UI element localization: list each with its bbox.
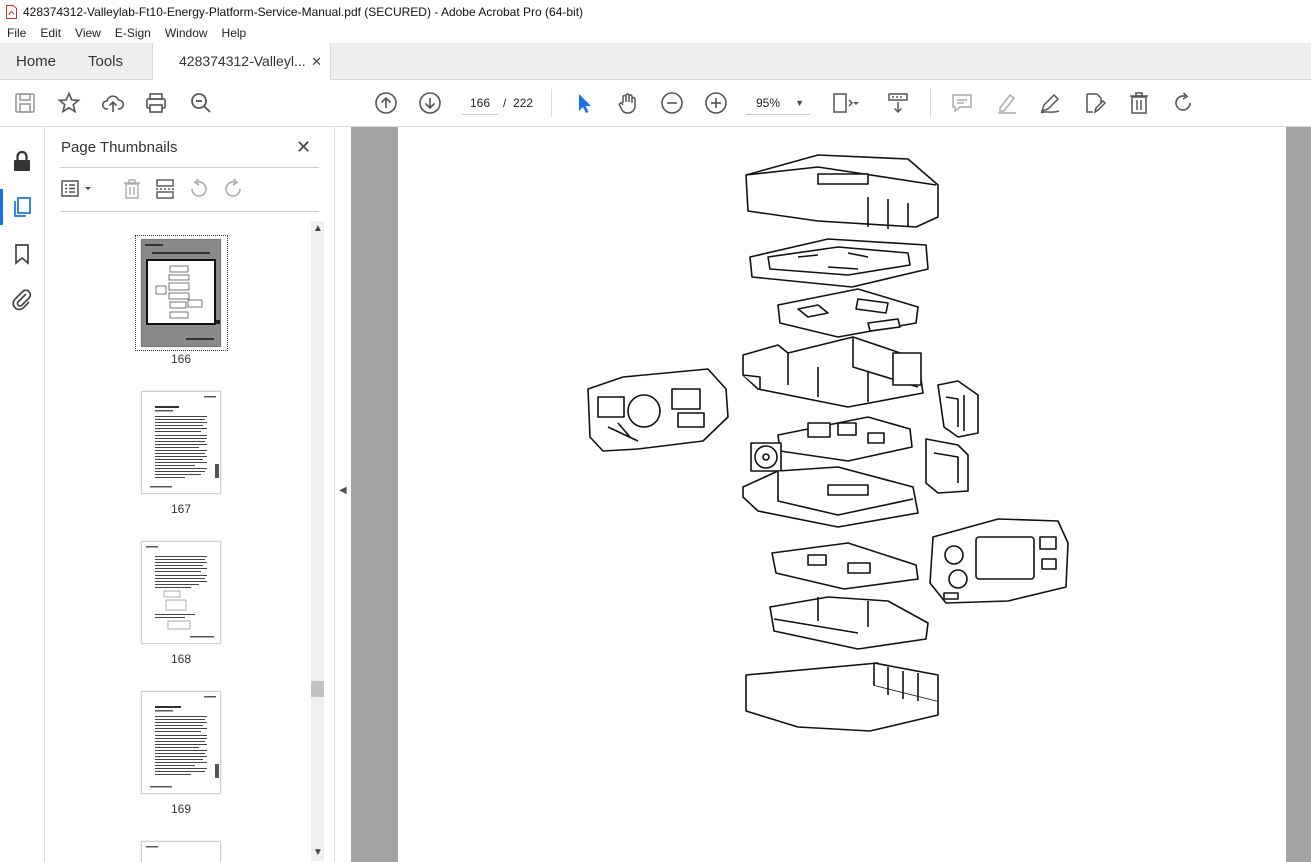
window-title: 428374312-Valleylab-Ft10-Energy-Platform… [23, 4, 584, 19]
scrollbar-thumb[interactable] [311, 681, 324, 697]
menu-file[interactable]: File [0, 26, 33, 40]
delete-page-icon[interactable] [121, 178, 143, 200]
collapse-arrow-icon: ◀ [339, 485, 347, 496]
page-separator: / [503, 96, 507, 110]
menu-edit[interactable]: Edit [33, 26, 68, 40]
control-board-part [771, 542, 919, 590]
thumbnail-page-next[interactable] [141, 841, 221, 862]
menu-e-sign[interactable]: E-Sign [108, 26, 158, 40]
bottom-tray-part [769, 596, 929, 650]
rotate-clockwise-icon[interactable] [222, 178, 244, 200]
chevron-down-icon: ▼ [795, 98, 804, 108]
rear-panel-part [587, 368, 729, 452]
close-icon[interactable]: ✕ [296, 137, 311, 158]
lower-chassis-part [742, 466, 919, 528]
menu-help[interactable]: Help [215, 26, 254, 40]
tab-document-label: 428374312-Valleyl... [179, 53, 306, 69]
scroll-down-icon[interactable]: ▼ [313, 847, 323, 858]
hand-pan-icon[interactable] [616, 91, 640, 115]
thumbnail-label: 167 [170, 502, 192, 516]
front-display-part [929, 518, 1069, 604]
thumbnail-page-167[interactable] [141, 391, 221, 494]
pages-icon[interactable] [10, 195, 34, 219]
save-icon[interactable] [13, 91, 37, 115]
zoom-select[interactable]: 95% ▼ [746, 91, 810, 115]
insert-page-icon[interactable] [154, 178, 176, 200]
page-up-icon[interactable] [374, 91, 398, 115]
power-board-part [777, 416, 913, 462]
page-number-input[interactable]: 166 [462, 91, 498, 115]
comment-icon[interactable] [950, 91, 974, 115]
zoom-value: 95% [756, 96, 781, 110]
main-toolbar [0, 80, 1311, 127]
chassis-tray-part [749, 238, 929, 288]
panel-collapse-handle[interactable]: ◀ [334, 127, 351, 862]
left-rail [0, 127, 45, 862]
bookmark-star-icon[interactable] [57, 91, 81, 115]
pdf-file-icon [6, 4, 17, 19]
thumbnail-label: 166 [170, 352, 192, 366]
rotate-counterclockwise-icon[interactable] [188, 178, 210, 200]
scroll-up-icon[interactable]: ▲ [313, 223, 323, 234]
bottom-cover-part [745, 662, 939, 732]
rotate-icon[interactable] [1171, 91, 1195, 115]
divider [60, 167, 319, 168]
thumbnail-166-preview [142, 240, 220, 346]
toolbar-separator [551, 89, 552, 117]
thumbnail-label: 169 [170, 802, 192, 816]
print-icon[interactable] [144, 91, 168, 115]
acrobat-window: 428374312-Valleylab-Ft10-Energy-Platform… [0, 0, 1311, 862]
zoom-search-icon[interactable] [189, 91, 213, 115]
sign-icon[interactable] [1038, 91, 1062, 115]
thumbnail-page-169[interactable] [141, 691, 221, 794]
thumbnail-168-preview [146, 546, 214, 638]
bookmark-icon[interactable] [10, 242, 34, 266]
tab-tools[interactable]: Tools [88, 43, 123, 80]
exploded-assembly-drawing [587, 154, 1069, 732]
scroll-mode-icon[interactable] [886, 91, 910, 115]
tab-home[interactable]: Home [16, 43, 56, 80]
menu-window[interactable]: Window [158, 26, 215, 40]
highlight-pen-icon[interactable] [995, 91, 1019, 115]
lock-icon[interactable] [10, 149, 34, 173]
page-total: / 222 [503, 91, 533, 115]
tab-bar: Home Tools 428374312-Valleyl... ✕ [0, 43, 1311, 81]
select-cursor-icon[interactable] [572, 91, 596, 115]
edit-pdf-icon[interactable] [1082, 91, 1106, 115]
side-shield-part [925, 438, 969, 494]
thumbnail-167-preview [150, 396, 219, 488]
fan-part [750, 442, 782, 472]
top-cover-part [745, 154, 939, 229]
attachment-icon[interactable] [10, 287, 34, 311]
page-down-icon[interactable] [418, 91, 442, 115]
menu-view[interactable]: View [68, 26, 108, 40]
zoom-in-icon[interactable] [704, 91, 728, 115]
page-count: 222 [513, 96, 534, 110]
rail-active-indicator [0, 189, 3, 225]
tab-document[interactable]: 428374312-Valleyl... ✕ [152, 43, 331, 81]
tab-close-icon[interactable]: ✕ [311, 43, 322, 80]
thumbnail-page-166[interactable] [141, 239, 221, 347]
page-fit-dropdown-icon[interactable] [850, 91, 862, 115]
side-bracket-part [937, 380, 979, 438]
panel-title: Page Thumbnails [61, 139, 178, 156]
document-view[interactable] [351, 127, 1311, 862]
main-chassis-part [742, 336, 924, 408]
pdf-page [398, 127, 1286, 862]
thumbnail-options-icon[interactable] [61, 178, 97, 200]
thumbnails-panel: Page Thumbnails ✕ 166 167 168 169 ▲ ▼ [46, 127, 334, 862]
toolbar-separator [930, 89, 931, 117]
title-bar: 428374312-Valleylab-Ft10-Energy-Platform… [0, 0, 1311, 23]
thumbnail-next-preview [146, 846, 158, 848]
menu-bar: File Edit View E-Sign Window Help [0, 23, 1311, 43]
thumbnails-scrollbar[interactable]: ▲ ▼ [311, 221, 324, 861]
circuit-board-part [777, 288, 919, 338]
upload-cloud-icon[interactable] [101, 91, 125, 115]
divider [60, 211, 319, 212]
thumbnail-label: 168 [170, 652, 192, 666]
zoom-out-icon[interactable] [660, 91, 684, 115]
thumbnail-page-168[interactable] [141, 541, 221, 644]
delete-icon[interactable] [1127, 91, 1151, 115]
thumbnail-169-preview [150, 696, 219, 788]
